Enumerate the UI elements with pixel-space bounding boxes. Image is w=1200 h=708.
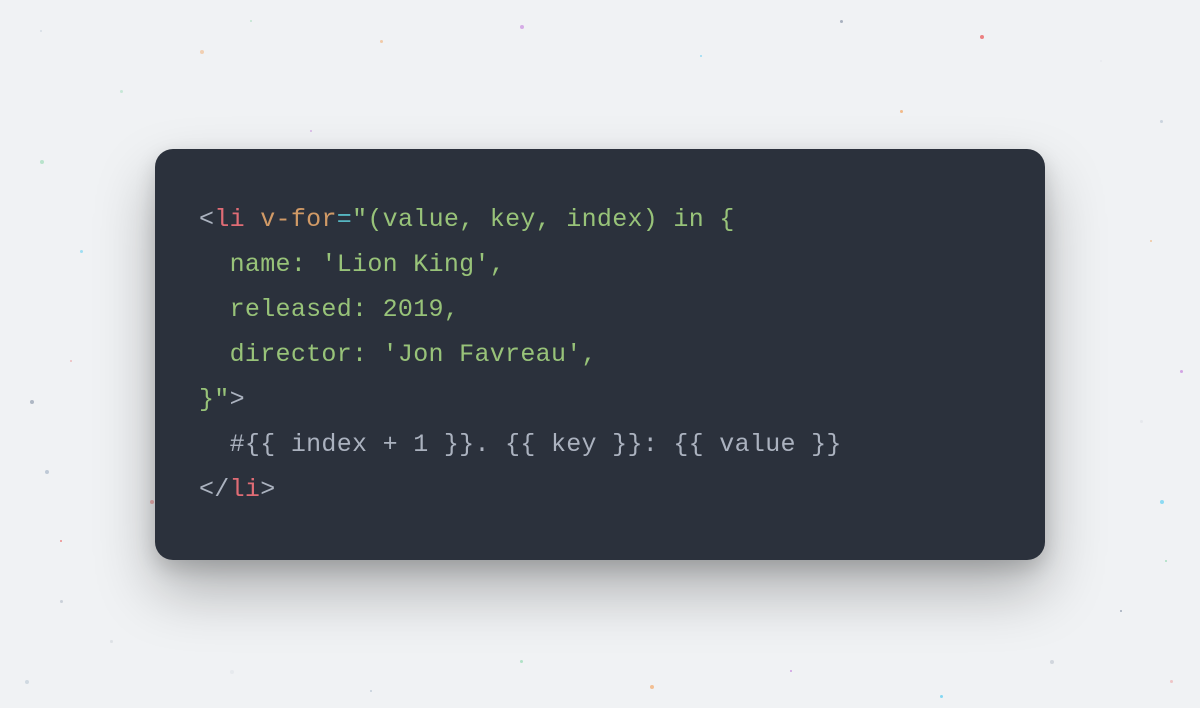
- space: [245, 205, 260, 234]
- code-snippet-card: <li v-for="(value, key, index) in { name…: [155, 149, 1045, 560]
- angle-bracket-close: >: [230, 385, 245, 414]
- angle-bracket-open: <: [199, 205, 214, 234]
- angle-bracket-close-open: </: [199, 475, 230, 504]
- code-block: <li v-for="(value, key, index) in { name…: [199, 197, 1001, 512]
- attr-value-end: }": [199, 385, 230, 414]
- angle-bracket-final: >: [260, 475, 275, 504]
- attr-value-start: "(value, key, index) in {: [352, 205, 735, 234]
- html-tag-li-close: li: [230, 475, 261, 504]
- object-property-name: name: 'Lion King',: [199, 250, 505, 279]
- template-expression: #{{ index + 1 }}. {{ key }}: {{ value }}: [199, 430, 842, 459]
- object-property-director: director: 'Jon Favreau',: [199, 340, 597, 369]
- vue-directive-vfor: v-for: [260, 205, 337, 234]
- object-property-released: released: 2019,: [199, 295, 459, 324]
- html-tag-li: li: [214, 205, 245, 234]
- equals-sign: =: [337, 205, 352, 234]
